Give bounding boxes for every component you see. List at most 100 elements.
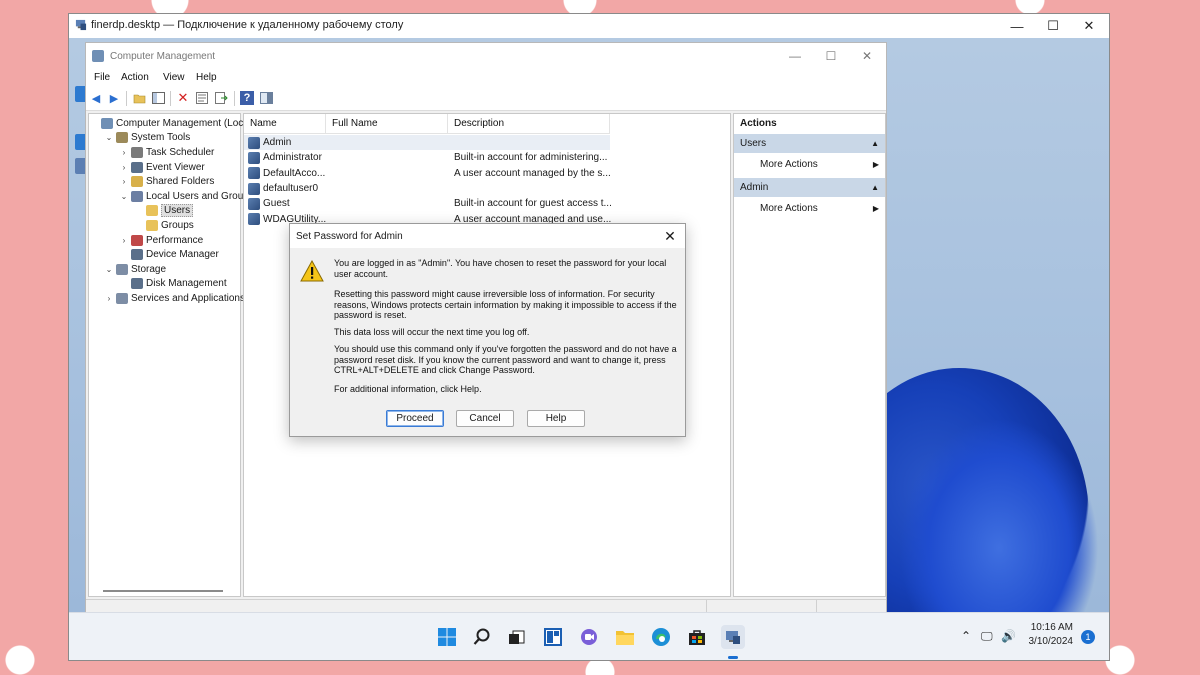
actions-section-admin[interactable]: Admin ▲ [734, 178, 885, 197]
remote-desktop: Computer Management — ☐ ✕ File Action Vi… [69, 38, 1109, 612]
dialog-close-button[interactable]: ✕ [660, 226, 680, 246]
collapse-icon[interactable]: ⌄ [104, 133, 114, 142]
tree-node-groups[interactable]: Groups [134, 218, 194, 233]
start-icon[interactable] [435, 625, 459, 649]
user-row[interactable]: Admin [244, 135, 610, 151]
menu-view[interactable]: View [163, 72, 185, 83]
volume-icon[interactable]: 🔊 [1001, 629, 1016, 643]
rdp-close-button[interactable]: ✕ [1071, 14, 1107, 38]
back-arrow-icon[interactable]: ◀ [89, 91, 103, 105]
user-row[interactable]: Guest Built-in account for guest access t… [244, 196, 730, 211]
file-explorer-icon[interactable] [613, 625, 637, 649]
export-list-icon[interactable] [214, 91, 228, 105]
cancel-button[interactable]: Cancel [456, 410, 514, 427]
toolbar: ◀ ▶ ✕ ? [86, 87, 886, 111]
rdp-minimize-button[interactable]: — [999, 14, 1035, 38]
tree-node-label: Event Viewer [146, 161, 205, 173]
column-header-description[interactable]: Description [448, 114, 610, 134]
menu-file[interactable]: File [94, 72, 110, 83]
tree-node-label: Storage [131, 263, 167, 275]
cm-close-button[interactable]: ✕ [850, 46, 884, 66]
help-icon[interactable]: ? [240, 91, 254, 105]
user-row[interactable]: Administrator Built-in account for admini… [244, 150, 730, 165]
user-row[interactable]: defaultuser0 [244, 181, 730, 196]
tree-node-icon [131, 278, 143, 290]
cm-maximize-button[interactable]: ☐ [814, 46, 848, 66]
chevron-up-icon[interactable]: ⌃ [961, 629, 971, 643]
collapse-icon[interactable]: ⌄ [104, 265, 114, 274]
tree-node-label: Local Users and Groups [146, 190, 254, 202]
user-name: Guest [263, 198, 290, 210]
console-tree: Computer Management (Local ⌄ System Tools ›… [88, 113, 254, 597]
tree-horizontal-scrollbar[interactable] [103, 590, 223, 592]
widgets-icon[interactable] [541, 625, 565, 649]
search-icon[interactable] [470, 625, 494, 649]
show-hide-tree-icon[interactable] [151, 91, 165, 105]
user-row[interactable]: DefaultAcco... A user account managed by … [244, 166, 730, 181]
tree-node-task-scheduler[interactable]: › Task Scheduler [119, 145, 214, 160]
tree-node-label: Disk Management [146, 278, 227, 290]
tree-node-icon [116, 132, 128, 144]
expand-icon[interactable]: › [119, 236, 129, 245]
expand-icon[interactable]: › [104, 294, 114, 303]
dialog-titlebar: Set Password for Admin ✕ [290, 224, 685, 248]
tree-node-system-tools[interactable]: ⌄ System Tools [104, 131, 190, 146]
collapse-up-icon: ▲ [871, 139, 879, 148]
notification-badge[interactable]: 1 [1081, 630, 1095, 644]
tree-node-computer-management-local[interactable]: Computer Management (Local [89, 116, 251, 131]
rdp-window: finerdp.desktp — Подключение к удаленном… [68, 13, 1110, 661]
menu-help[interactable]: Help [196, 72, 217, 83]
more-actions-users[interactable]: More Actions ▶ [734, 155, 885, 173]
proceed-button[interactable]: Proceed [386, 410, 444, 427]
action-pane-icon[interactable] [259, 91, 273, 105]
menu-action[interactable]: Action [121, 72, 149, 83]
tree-node-storage[interactable]: ⌄ Storage [104, 262, 166, 277]
rdp-maximize-button[interactable]: ☐ [1035, 14, 1071, 38]
computer-management-icon[interactable] [721, 625, 745, 649]
column-header-name[interactable]: Name [244, 114, 326, 134]
tree-node-disk-management[interactable]: Disk Management [119, 277, 227, 292]
tree-node-local-users-and-groups[interactable]: ⌄ Local Users and Groups [119, 189, 254, 204]
actions-header: Actions [740, 117, 777, 129]
user-name: Admin [263, 137, 292, 149]
tree-node-icon [146, 219, 158, 231]
forward-arrow-icon[interactable]: ▶ [107, 91, 121, 105]
tree-node-icon [131, 176, 143, 188]
toolbar-separator [234, 91, 235, 106]
task-view-icon[interactable] [505, 625, 529, 649]
network-icon[interactable]: 🖵 [981, 629, 993, 644]
menu-bar: File Action View Help [86, 69, 886, 87]
edge-icon[interactable] [649, 625, 673, 649]
help-button[interactable]: Help [527, 410, 585, 427]
tree-node-device-manager[interactable]: Device Manager [119, 247, 219, 262]
user-icon [248, 136, 260, 149]
tree-node-users[interactable]: Users [134, 204, 194, 219]
tree-node-event-viewer[interactable]: › Event Viewer [119, 160, 205, 175]
user-icon [248, 151, 260, 164]
expand-icon[interactable]: › [119, 163, 129, 172]
up-folder-icon[interactable] [132, 91, 146, 105]
tree-node-shared-folders[interactable]: › Shared Folders [119, 174, 214, 189]
set-password-dialog: Set Password for Admin ✕ You are logged … [289, 223, 686, 437]
chat-icon[interactable] [577, 625, 601, 649]
collapse-icon[interactable]: ⌄ [119, 192, 129, 201]
more-actions-admin[interactable]: More Actions ▶ [734, 199, 885, 217]
store-icon[interactable] [685, 625, 709, 649]
tree-node-services-and-applications[interactable]: › Services and Applications [104, 291, 245, 306]
tree-node-performance[interactable]: › Performance [119, 233, 203, 248]
status-divider [706, 600, 707, 612]
dialog-message-data-loss: This data loss will occur the next time … [334, 327, 530, 337]
expand-icon[interactable]: › [119, 177, 129, 186]
system-clock[interactable]: 10:16 AM 3/10/2024 [1019, 621, 1074, 649]
user-icon [248, 213, 260, 226]
actions-section-users[interactable]: Users ▲ [734, 134, 885, 153]
delete-icon[interactable]: ✕ [176, 90, 190, 105]
clock-time: 10:16 AM [1030, 622, 1073, 633]
tree-node-label: Device Manager [146, 249, 219, 261]
column-header-full-name[interactable]: Full Name [326, 114, 448, 134]
warning-icon [300, 260, 324, 282]
properties-icon[interactable] [195, 91, 209, 105]
expand-icon[interactable]: › [119, 148, 129, 157]
cm-minimize-button[interactable]: — [778, 46, 812, 66]
tree-node-icon [131, 234, 143, 246]
